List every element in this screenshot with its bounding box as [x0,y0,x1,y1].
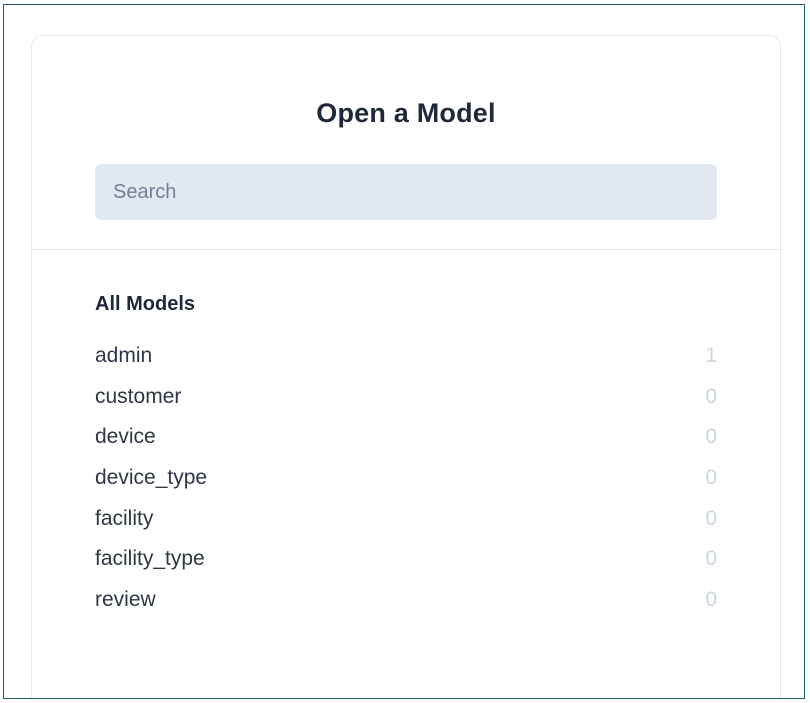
model-name: admin [95,344,153,368]
dialog-title: Open a Model [316,98,496,128]
model-name: review [95,587,156,611]
model-count: 0 [705,384,717,408]
model-item-customer[interactable]: customer 0 [95,377,717,418]
model-name: device [95,425,156,449]
model-count: 0 [705,466,717,490]
dialog-header: Open a Model [32,36,780,250]
model-name: customer [95,384,182,408]
model-item-facility[interactable]: facility 0 [95,498,717,539]
model-item-device[interactable]: device 0 [95,417,717,458]
model-name: facility [95,506,154,530]
search-input[interactable] [95,164,717,220]
model-count: 1 [705,344,717,368]
open-model-dialog: Open a Model All Models admin 1 customer… [31,35,781,698]
model-item-admin[interactable]: admin 1 [95,336,717,377]
model-item-device-type[interactable]: device_type 0 [95,458,717,499]
model-name: facility_type [95,547,205,571]
model-count: 0 [705,506,717,530]
model-count: 0 [705,547,717,571]
section-title: All Models [95,293,196,315]
model-item-review[interactable]: review 0 [95,580,717,621]
model-list: admin 1 customer 0 device 0 device_type … [95,336,717,620]
model-name: device_type [95,466,208,490]
model-item-facility-type[interactable]: facility_type 0 [95,539,717,580]
model-count: 0 [705,587,717,611]
model-count: 0 [705,425,717,449]
window-frame: Open a Model All Models admin 1 customer… [3,4,805,699]
